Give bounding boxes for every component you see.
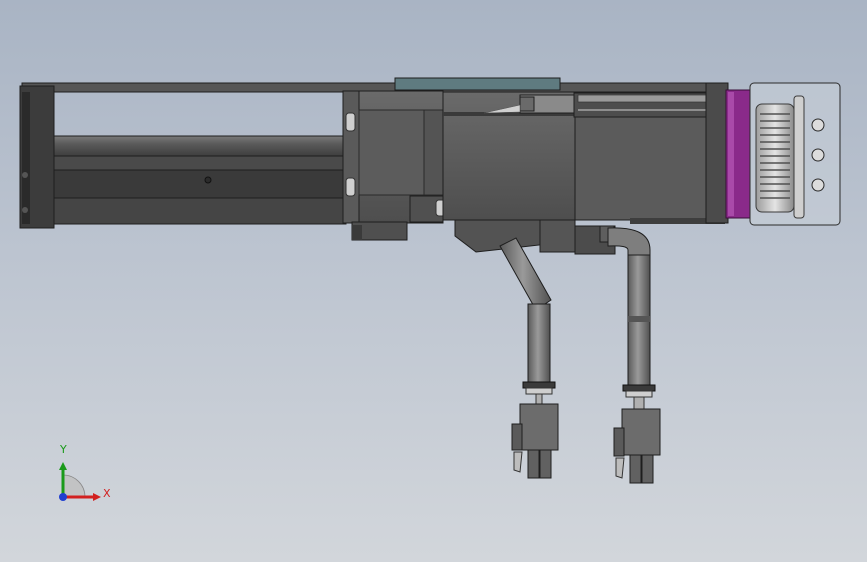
pulley-bolt — [811, 148, 825, 162]
rod-screw-hole — [204, 176, 212, 184]
right-finger-arm[interactable] — [607, 227, 656, 410]
cad-viewport[interactable]: Y X — [0, 0, 867, 562]
left-end-plate[interactable] — [19, 85, 55, 229]
top-cover-plate[interactable] — [394, 77, 561, 91]
left-fitting[interactable] — [511, 403, 559, 479]
left-finger-arm[interactable] — [499, 237, 556, 405]
right-fitting[interactable] — [613, 408, 661, 484]
pulley-bolt — [811, 118, 825, 132]
z-axis-dot — [59, 493, 67, 501]
x-axis-label: X — [103, 487, 111, 500]
pulley-bolt — [811, 178, 825, 192]
piston-rod[interactable] — [483, 92, 725, 118]
triad-plane-arc — [62, 474, 86, 498]
y-axis-label: Y — [60, 443, 67, 456]
carriage-block[interactable] — [342, 90, 446, 241]
guide-rods[interactable] — [53, 135, 347, 225]
gripper-assembly-model[interactable] — [0, 0, 867, 562]
